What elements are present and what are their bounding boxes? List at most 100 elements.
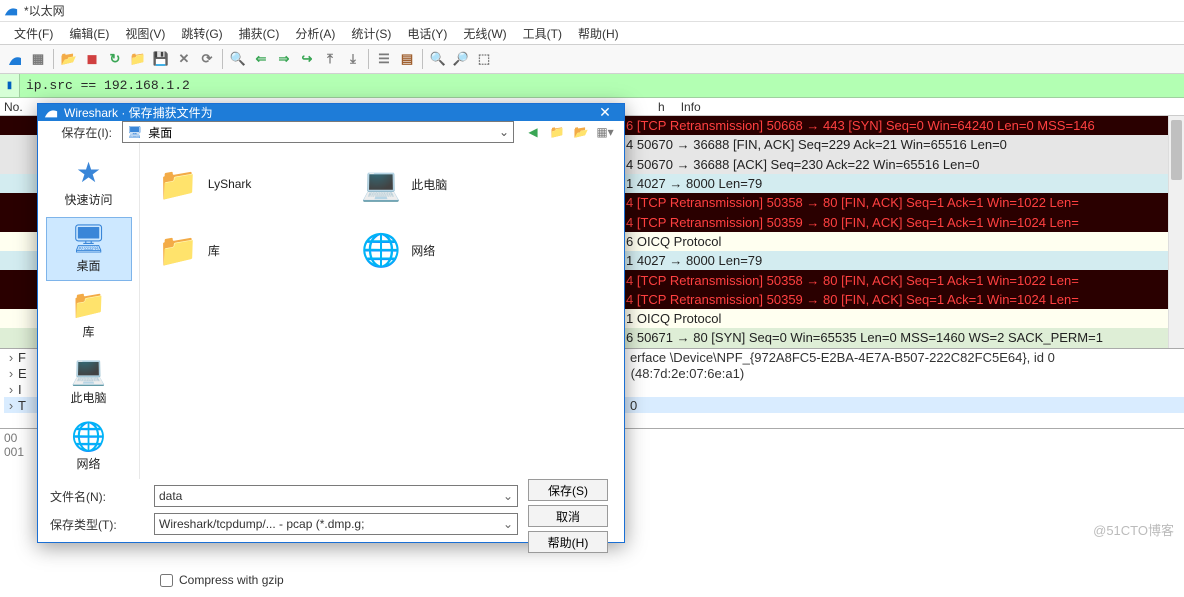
display-filter-bar: ▮ — [0, 74, 1184, 98]
tb-colorize-icon[interactable]: ▤ — [396, 48, 418, 70]
file-item-label: 库 — [208, 242, 220, 259]
tb-first-icon[interactable]: ⤒ — [319, 48, 341, 70]
compress-checkbox[interactable] — [160, 574, 173, 587]
dialog-sidebar: ★ 快速访问 🖥 桌面 📁库 💻 此电脑 🌐网络 — [38, 143, 140, 479]
save-in-value: 桌面 — [148, 124, 172, 141]
menu-wireless[interactable]: 无线(W) — [455, 23, 514, 44]
menu-stats[interactable]: 统计(S) — [343, 23, 399, 44]
menu-file[interactable]: 文件(F) — [6, 23, 61, 44]
save-in-label: 保存在(I): — [48, 124, 112, 141]
sidebar-item-libs[interactable]: 📁库 — [46, 283, 132, 347]
save-in-combo[interactable]: 🖥 桌面 ⌄ — [122, 121, 514, 143]
file-item-libs2[interactable]: 📁库 — [158, 227, 251, 273]
compress-label: Compress with gzip — [179, 573, 284, 587]
tb-prev-icon[interactable]: ⇐ — [250, 48, 272, 70]
tree-eth-left: E — [18, 366, 27, 381]
col-length[interactable]: h — [650, 100, 673, 114]
type-label: 保存类型(T): — [50, 516, 142, 533]
sidebar-item-network[interactable]: 🌐网络 — [46, 415, 132, 479]
tb-separator — [222, 49, 223, 69]
nav-up-icon[interactable]: 📁 — [548, 123, 566, 141]
tree-eth-tail: (48:7d:2e:07:6e:a1) — [631, 366, 1184, 381]
menu-go[interactable]: 跳转(G) — [173, 23, 230, 44]
tb-find-icon[interactable]: 🔍 — [227, 48, 249, 70]
tb-open-icon[interactable]: 📂 — [58, 48, 80, 70]
chevron-down-icon: ⌄ — [499, 125, 509, 139]
thispc-icon: 💻 — [71, 357, 106, 385]
scrollbar[interactable] — [1168, 116, 1184, 348]
col-no[interactable]: No. — [0, 100, 30, 114]
menu-help[interactable]: 帮助(H) — [570, 23, 627, 44]
tb-folder-icon[interactable]: 💾 — [150, 48, 172, 70]
chevron-down-icon: ⌄ — [503, 489, 513, 503]
menu-capture[interactable]: 捕获(C) — [231, 23, 288, 44]
tb-next-icon[interactable]: ⇒ — [273, 48, 295, 70]
tb-zoom-fit-icon[interactable]: ⬚ — [473, 48, 495, 70]
nav-view-icon[interactable]: ▦▾ — [596, 123, 614, 141]
network2-icon: 🌐 — [361, 231, 401, 269]
window-title: *以太网 — [24, 2, 65, 19]
app-icon — [4, 4, 18, 18]
desktop-icon: 🖥 — [71, 225, 107, 253]
file-item-network2[interactable]: 🌐 网络 — [361, 227, 447, 273]
menu-tools[interactable]: 工具(T) — [515, 23, 570, 44]
lyshark-icon: 📁 — [158, 165, 198, 203]
nav-new-icon[interactable]: 📂 — [572, 123, 590, 141]
scrollbar-thumb[interactable] — [1171, 120, 1182, 180]
filter-bookmark-icon[interactable]: ▮ — [0, 74, 20, 97]
file-item-thispc2[interactable]: 💻此电脑 — [361, 161, 447, 207]
dialog-title: Wireshark · 保存捕获文件为 — [64, 104, 213, 121]
tb-last-icon[interactable]: ⤓ — [342, 48, 364, 70]
filename-input[interactable]: data ⌄ — [154, 485, 518, 507]
tb-close-icon[interactable]: ✕ — [173, 48, 195, 70]
tb-zoom-out-icon[interactable]: 🔎 — [450, 48, 472, 70]
filename-value: data — [159, 489, 182, 503]
tb-save-icon[interactable]: 📁 — [127, 48, 149, 70]
window-titlebar: *以太网 — [0, 0, 1184, 22]
menu-tel[interactable]: 电话(Y) — [399, 23, 455, 44]
help-button[interactable]: 帮助(H) — [528, 531, 608, 553]
sidebar-item-label: 桌面 — [76, 257, 100, 274]
tb-separator — [53, 49, 54, 69]
menu-edit[interactable]: 编辑(E) — [61, 23, 117, 44]
dialog-titlebar: Wireshark · 保存捕获文件为 ✕ — [38, 104, 624, 121]
sidebar-item-thispc[interactable]: 💻 此电脑 — [46, 349, 132, 413]
toolbar: ▦ 📂 ◼ ↻ 📁 💾 ✕ ⟳ 🔍 ⇐ ⇒ ↪ ⤒ ⤓ ☰ ▤ 🔍 🔎 ⬚ — [0, 44, 1184, 74]
menu-view[interactable]: 视图(V) — [117, 23, 173, 44]
tb-separator — [422, 49, 423, 69]
sidebar-item-label: 快速访问 — [64, 191, 112, 208]
sidebar-item-label: 库 — [82, 323, 94, 340]
tb-goto-icon[interactable]: ↪ — [296, 48, 318, 70]
save-button[interactable]: 保存(S) — [528, 479, 608, 501]
dialog-close-icon[interactable]: ✕ — [592, 104, 618, 121]
sidebar-item-desktop[interactable]: 🖥 桌面 — [46, 217, 132, 281]
file-item-label: 网络 — [411, 242, 435, 259]
dialog-lookin-row: 保存在(I): 🖥 桌面 ⌄ ◀ 📁 📂 ▦▾ — [38, 121, 624, 143]
tb-stop-icon[interactable]: ◼ — [81, 48, 103, 70]
tb-separator — [368, 49, 369, 69]
tb-restart-icon[interactable]: ↻ — [104, 48, 126, 70]
file-item-label: 此电脑 — [411, 176, 447, 193]
tb-options-icon[interactable]: ▦ — [27, 48, 49, 70]
sidebar-item-label: 此电脑 — [70, 389, 106, 406]
display-filter-input[interactable] — [20, 74, 1184, 97]
cancel-button[interactable]: 取消 — [528, 505, 608, 527]
quick-icon: ★ — [76, 159, 101, 187]
file-item-lyshark[interactable]: 📁 LyShark — [158, 161, 251, 207]
dialog-file-area[interactable]: 📁 LyShark 📁库 💻此电脑 🌐 网络 — [140, 143, 624, 479]
tb-start-icon[interactable] — [4, 48, 26, 70]
tree-frame-left: F — [18, 350, 26, 365]
type-combo[interactable]: Wireshark/tcpdump/... - pcap (*.dmp.g; ⌄ — [154, 513, 518, 535]
dialog-app-icon — [44, 106, 58, 120]
nav-back-icon[interactable]: ◀ — [524, 123, 542, 141]
tb-zoom-in-icon[interactable]: 🔍 — [427, 48, 449, 70]
sidebar-item-quick[interactable]: ★ 快速访问 — [46, 151, 132, 215]
col-info[interactable]: Info — [673, 100, 709, 114]
tree-ip-left: I — [18, 382, 22, 397]
menu-analyze[interactable]: 分析(A) — [287, 23, 343, 44]
tree-tcp-tail: 0 — [630, 398, 1184, 413]
tb-autoscroll-icon[interactable]: ☰ — [373, 48, 395, 70]
file-item-label: LyShark — [208, 177, 252, 191]
chevron-down-icon: ⌄ — [503, 517, 513, 531]
tb-reload-icon[interactable]: ⟳ — [196, 48, 218, 70]
